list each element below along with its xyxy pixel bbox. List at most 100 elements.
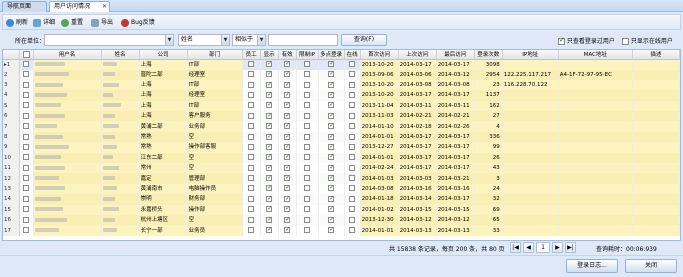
column-header[interactable]: 用户名 <box>33 50 102 60</box>
cell-checkbox[interactable] <box>284 101 290 110</box>
cell-checkbox[interactable] <box>328 194 334 204</box>
cell-checkbox[interactable] <box>23 206 29 213</box>
cell-checkbox[interactable] <box>266 215 272 225</box>
cell-checkbox[interactable] <box>284 121 290 131</box>
cell-checkbox[interactable] <box>328 90 334 100</box>
cell-checkbox[interactable] <box>304 91 311 98</box>
checkbox-cell[interactable] <box>19 194 34 205</box>
cell-checkbox[interactable] <box>266 111 272 121</box>
cell-checkbox[interactable] <box>304 206 311 213</box>
cell-checkbox[interactable] <box>23 216 29 223</box>
column-header[interactable]: 多点登录 <box>318 50 345 60</box>
cell-checkbox[interactable] <box>248 61 255 67</box>
checkbox-cell[interactable] <box>344 214 361 226</box>
cell-checkbox[interactable] <box>248 154 255 161</box>
checkbox-cell[interactable] <box>318 204 345 215</box>
checkbox-cell[interactable] <box>278 59 297 70</box>
cell-checkbox[interactable] <box>284 225 290 235</box>
checkbox-cell[interactable] <box>344 163 361 174</box>
checkbox-cell[interactable] <box>260 59 279 70</box>
checkbox-cell[interactable] <box>19 90 34 101</box>
checkbox-cell[interactable] <box>242 173 261 184</box>
checkbox-cell[interactable] <box>242 121 261 132</box>
cell-checkbox[interactable] <box>284 111 290 121</box>
column-header[interactable]: 登录次数 <box>474 50 503 60</box>
cell-checkbox[interactable] <box>248 102 255 109</box>
checkbox-cell[interactable] <box>260 111 279 122</box>
unit-select[interactable]: ▼ <box>44 34 174 46</box>
checkbox-cell[interactable] <box>296 152 319 164</box>
checkbox-cell[interactable] <box>296 90 319 101</box>
checkbox-cell[interactable] <box>318 194 345 205</box>
bug-feedback-button[interactable]: Bug反馈 <box>121 17 155 28</box>
checkbox-cell[interactable] <box>260 214 279 226</box>
checkbox-cell[interactable] <box>296 194 319 205</box>
column-header[interactable]: 有效 <box>278 50 297 60</box>
checkbox-cell[interactable] <box>278 121 297 132</box>
cell-checkbox[interactable] <box>248 91 255 98</box>
checkbox-cell[interactable] <box>242 204 261 215</box>
cell-checkbox[interactable] <box>284 215 290 225</box>
cell-checkbox[interactable] <box>349 112 356 119</box>
checkbox-cell[interactable] <box>296 204 319 215</box>
cell-checkbox[interactable] <box>284 59 290 69</box>
cell-checkbox[interactable] <box>23 123 29 130</box>
cell-checkbox[interactable] <box>328 142 334 152</box>
cell-checkbox[interactable] <box>328 225 334 235</box>
reset-button[interactable]: 重置 <box>61 17 83 28</box>
cell-checkbox[interactable] <box>248 123 255 130</box>
checkbox-cell[interactable] <box>19 214 34 226</box>
checkbox-cell[interactable] <box>296 225 319 236</box>
checkbox-cell[interactable] <box>260 152 279 164</box>
checkbox-cell[interactable] <box>344 183 361 195</box>
cell-checkbox[interactable] <box>284 80 290 90</box>
cell-checkbox[interactable] <box>266 59 272 69</box>
checkbox-cell[interactable] <box>296 214 319 226</box>
checkbox-cell[interactable] <box>318 173 345 184</box>
cell-checkbox[interactable] <box>284 205 290 214</box>
cell-checkbox[interactable] <box>304 123 311 130</box>
checkbox-cell[interactable] <box>242 163 261 174</box>
cell-checkbox[interactable] <box>304 195 311 202</box>
cell-checkbox[interactable] <box>304 81 311 88</box>
checkbox-cell[interactable] <box>242 142 261 153</box>
close-icon[interactable]: ✕ <box>102 2 107 12</box>
cell-checkbox[interactable] <box>23 61 29 67</box>
cell-checkbox[interactable] <box>349 185 356 192</box>
checkbox-cell[interactable] <box>19 59 34 70</box>
table-row[interactable]: ▸1上海IT部2013-10-202014-03-172014-03-17309… <box>3 59 680 70</box>
prev-page-button[interactable]: ◀ <box>523 242 534 253</box>
checkbox-cell[interactable] <box>242 111 261 122</box>
column-header[interactable]: 描述 <box>632 50 680 60</box>
cell-checkbox[interactable] <box>23 112 29 119</box>
checkbox-cell[interactable] <box>278 183 297 195</box>
export-button[interactable]: 导出 <box>91 17 113 28</box>
cell-checkbox[interactable] <box>266 121 272 131</box>
cell-checkbox[interactable] <box>284 153 290 162</box>
cell-checkbox[interactable] <box>23 185 29 192</box>
cell-checkbox[interactable] <box>328 215 334 225</box>
login-log-button[interactable]: 登录日志... <box>566 259 618 273</box>
cell-checkbox[interactable] <box>248 185 255 192</box>
checkbox-cell[interactable] <box>296 59 319 70</box>
cell-checkbox[interactable] <box>304 164 311 171</box>
table-row[interactable]: 17长宁一部业务员2014-01-012014-03-132014-03-133… <box>3 225 680 236</box>
page-number-input[interactable]: 1 <box>536 242 550 253</box>
cell-checkbox[interactable] <box>349 71 356 78</box>
column-header[interactable] <box>3 50 20 60</box>
checkbox-cell[interactable] <box>344 204 361 215</box>
checkbox-box[interactable] <box>622 38 629 45</box>
checkbox-cell[interactable] <box>344 111 361 122</box>
cell-checkbox[interactable] <box>328 111 334 121</box>
checkbox-cell[interactable] <box>242 100 261 112</box>
checkbox-cell[interactable] <box>242 90 261 101</box>
next-page-button[interactable]: ▶ <box>552 242 563 253</box>
checkbox-cell[interactable] <box>278 142 297 153</box>
checkbox-cell[interactable] <box>260 69 279 80</box>
checkbox-cell[interactable] <box>278 79 297 91</box>
table-row[interactable]: 2 晋陀二部经理室 2013-09-062014-03-062014-03-1229… <box>3 69 680 80</box>
cell-checkbox[interactable] <box>23 175 29 182</box>
checkbox-cell[interactable] <box>344 225 361 236</box>
table-row[interactable]: 12 嘉定管理部 2014-01-032014-03-032014-03-213 <box>3 173 680 184</box>
checkbox-cell[interactable] <box>19 111 34 122</box>
